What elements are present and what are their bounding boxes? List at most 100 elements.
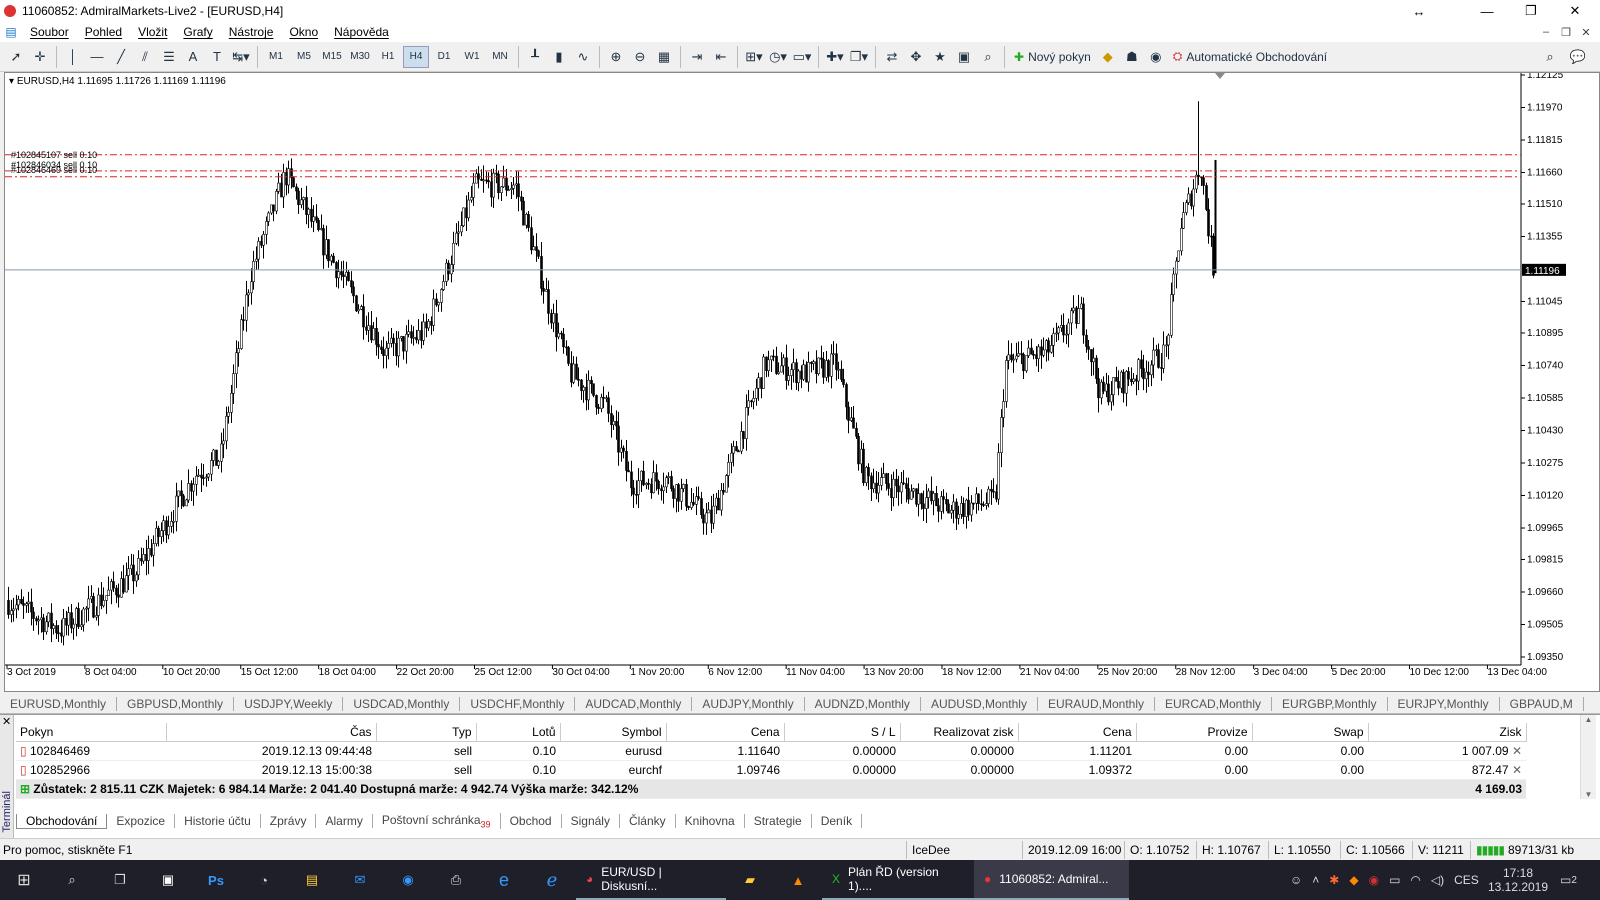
terminal-tab[interactable]: Strategie [745,814,812,828]
symbol-tab[interactable]: USDJPY,Weekly [234,696,344,711]
templates-icon[interactable]: ▭▾ [791,46,813,68]
timeframe-d1[interactable]: D1 [431,46,457,68]
timeframe-m30[interactable]: M30 [347,46,373,68]
clock[interactable]: 17:18 13.12.2019 [1488,860,1548,900]
mdi-close-icon[interactable]: ✕ [1578,25,1594,39]
close-order-icon[interactable]: ✕ [1509,763,1522,777]
strategy-tester-icon[interactable]: ⌕ [977,46,999,68]
fibonacci-icon[interactable]: ☰ [158,46,180,68]
symbol-tab[interactable]: USDCHF,Monthly [460,696,576,711]
terminal-tab[interactable]: Signály [562,814,620,828]
menu-nastroje[interactable]: Nástroje [221,25,282,39]
store-icon[interactable]: ▣ [144,860,192,900]
arrows-dropdown-icon[interactable]: ↹▾ [230,46,252,68]
vps-icon[interactable]: ☗ [1121,46,1143,68]
chat-icon[interactable]: 💬 [1567,46,1589,68]
explorer-icon[interactable]: ▤ [288,860,336,900]
terminal-tab[interactable]: Historie účtu [175,814,261,828]
text-icon[interactable]: A [182,46,204,68]
auto-trading-button[interactable]: ⛭ Automatické Obchodování [1169,46,1331,68]
periods-icon[interactable]: ◷▾ [767,46,789,68]
column-header[interactable]: Typ [376,723,477,742]
symbol-tab[interactable]: EURAUD,Monthly [1038,696,1155,711]
column-header[interactable]: Pokyn [16,723,167,742]
app-icon-2[interactable]: ◉ [384,860,432,900]
language-indicator[interactable]: CES [1454,873,1479,887]
wifi-icon[interactable]: ◠ [1410,873,1420,887]
timeframe-h1[interactable]: H1 [375,46,401,68]
chart-shift-marker[interactable] [1215,73,1225,79]
menu-napoveda[interactable]: Nápověda [326,25,397,39]
symbol-tab[interactable]: USDCAD,Monthly [343,696,461,711]
timeframe-m1[interactable]: M1 [263,46,289,68]
metaeditor-icon[interactable]: ◆ [1097,46,1119,68]
scroll-down-icon[interactable]: ▼ [1581,790,1596,799]
symbol-tab[interactable]: GBPUSD,Monthly [117,696,235,711]
autoscroll-icon[interactable]: ⇥ [686,46,708,68]
tile-windows-icon[interactable]: ▦ [653,46,675,68]
signals-icon[interactable]: ◉ [1145,46,1167,68]
mail-icon[interactable]: ✉ [336,860,384,900]
candlestick-icon[interactable]: ▮ [548,46,570,68]
terminal-tab[interactable]: Poštovní schránka39 [373,812,501,830]
terminal-tab[interactable]: Alarmy [316,814,373,828]
text-label-icon[interactable]: T [206,46,228,68]
bar-chart-icon[interactable]: ┸ [524,46,546,68]
taskbar-app-chrome[interactable]: ◕ EUR/USD | Diskusní... [576,860,726,900]
zoom-in-icon[interactable]: ⊕ [605,46,627,68]
menu-vlozit[interactable]: Vložit [130,25,175,39]
cursor-icon[interactable]: ➚ [5,46,27,68]
menu-okno[interactable]: Okno [281,25,326,39]
symbol-tab[interactable]: EURUSD,Monthly [0,696,118,711]
chevron-up-icon[interactable]: ˄ [1312,873,1319,887]
zoom-out-icon[interactable]: ⊖ [629,46,651,68]
terminal-tab[interactable]: Knihovna [676,814,745,828]
search-icon[interactable]: ⌕ [48,860,96,900]
chart-shift-icon[interactable]: ⇤ [710,46,732,68]
mdi-restore-icon[interactable]: ❐ [1558,25,1574,39]
terminal-tab[interactable]: Obchodování [16,813,108,829]
column-header[interactable]: Čas [166,723,377,742]
edge-icon[interactable]: e [480,860,528,900]
crosshair-icon[interactable]: ✛ [29,46,51,68]
symbol-tab[interactable]: EURJPY,Monthly [1388,696,1500,711]
taskbar-app-metatrader[interactable]: ● 11060852: Admiral... [974,860,1129,900]
start-icon[interactable]: ⊞ [0,860,48,900]
column-header[interactable]: Cena [666,723,785,742]
chart-window-icon[interactable]: ▤ [0,25,22,39]
channel-icon[interactable]: ⫽ [134,46,156,68]
vlc-icon[interactable]: ▲ [774,860,822,900]
symbol-tab[interactable]: GBPAUD,M [1500,696,1584,711]
order-row[interactable]: ▯ 102846469 2019.12.13 09:44:48 sell 0.10 eu… [16,741,1526,761]
column-header[interactable]: Swap [1252,723,1369,742]
new-chart-icon[interactable]: ✚▾ [824,46,846,68]
scroll-up-icon[interactable]: ▲ [1581,715,1596,724]
line-chart-icon[interactable]: ∿ [572,46,594,68]
data-window-icon[interactable]: ✥ [905,46,927,68]
photoshop-icon[interactable]: Ps [192,860,240,900]
terminal-tab[interactable]: Obchod [501,814,562,828]
terminal-tab[interactable]: Expozice [107,814,176,828]
column-header[interactable]: Realizovat zisk [900,723,1019,742]
terminal-icon[interactable]: ▣ [953,46,975,68]
timeframe-w1[interactable]: W1 [459,46,485,68]
notification-button[interactable]: ▭ 2 [1560,860,1577,900]
tray-fox-icon[interactable]: ◆ [1349,873,1358,887]
vertical-line-icon[interactable]: │ [62,46,84,68]
terminal-tab[interactable]: Zprávy [261,814,317,828]
column-header[interactable]: Zisk [1368,723,1527,742]
mdi-minimize-icon[interactable]: – [1538,25,1554,39]
timeframe-m15[interactable]: M15 [319,46,345,68]
navigator-icon[interactable]: ★ [929,46,951,68]
symbol-tab[interactable]: AUDNZD,Monthly [805,696,921,711]
printer-icon[interactable]: ⎙ [432,860,480,900]
taskbar-app-excel[interactable]: X Plán ŘD (version 1).... [822,860,974,900]
market-watch-icon[interactable]: ⇄ [881,46,903,68]
profiles-icon[interactable]: ❐▾ [848,46,870,68]
indicators-icon[interactable]: ⊞▾ [743,46,765,68]
battery-icon[interactable]: ▭ [1389,873,1400,887]
column-header[interactable]: Cena [1018,723,1137,742]
horizontal-line-icon[interactable]: — [86,46,108,68]
status-profile[interactable]: IceDee [912,843,950,857]
ie-icon[interactable]: ℯ [528,860,576,900]
